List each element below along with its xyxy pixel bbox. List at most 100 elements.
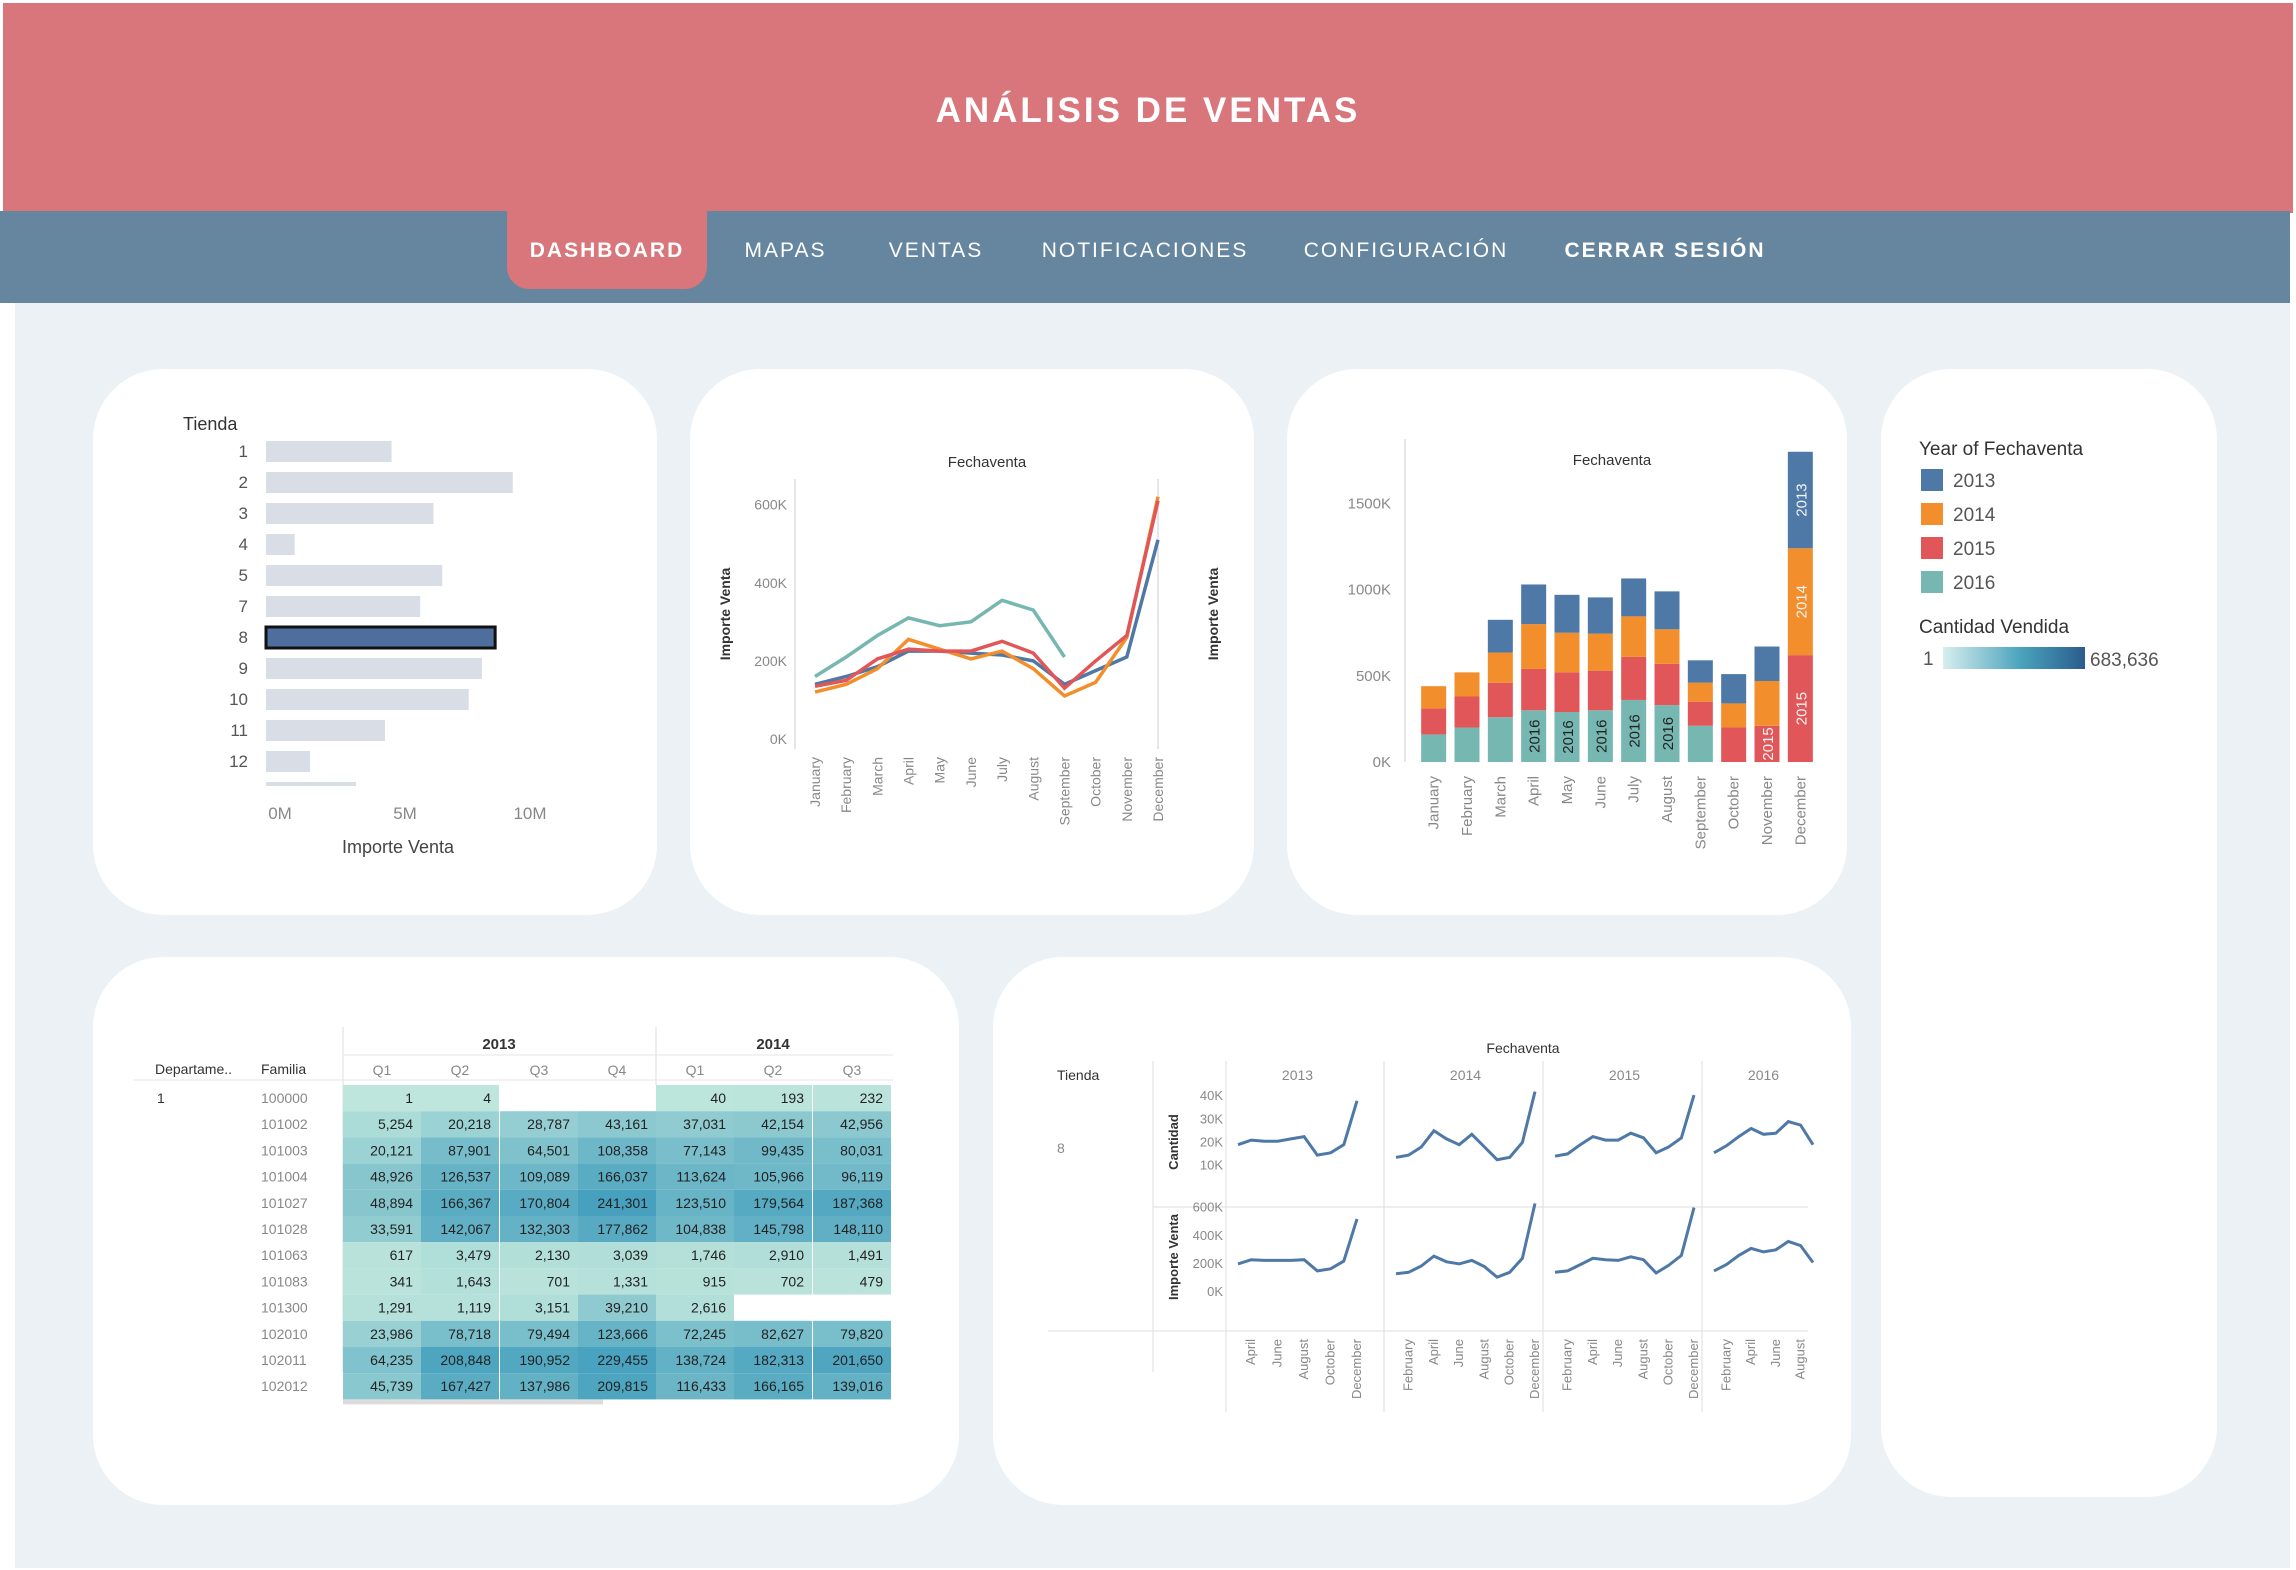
table-cell[interactable]: [813, 1294, 891, 1321]
nav-mapas[interactable]: MAPAS: [728, 211, 843, 291]
nav-ventas[interactable]: VENTAS: [872, 211, 1000, 291]
stacked-bar-segment-2015[interactable]: [1721, 727, 1747, 762]
tienda-bar[interactable]: [266, 441, 392, 462]
table-cell-value: 187,368: [832, 1195, 883, 1211]
table-cell-value: 48,926: [370, 1169, 413, 1185]
table-cell-value: 209,815: [597, 1378, 648, 1394]
stacked-bar-segment-2014[interactable]: [1421, 686, 1447, 709]
table-cell-value: 79,494: [527, 1326, 570, 1342]
monthly-line-chart[interactable]: Fechaventa 0K 200K 400K 600K Importe Venta Imp…: [690, 369, 1254, 915]
table-cell[interactable]: [500, 1085, 578, 1112]
qty-legend-title: Cantidad Vendida: [1919, 617, 2069, 638]
x-tick-label: May: [932, 757, 948, 783]
table-quarter-header: Q2: [764, 1062, 783, 1078]
table-cell[interactable]: [734, 1294, 812, 1321]
tienda-bar[interactable]: [266, 472, 513, 493]
chart-title: Fechaventa: [1486, 1040, 1559, 1056]
legend-swatch-2013[interactable]: [1921, 469, 1943, 491]
nav-dashboard[interactable]: DASHBOARD: [507, 211, 707, 289]
tienda-bar[interactable]: [266, 565, 443, 586]
x-tick-label: September: [1056, 757, 1072, 826]
tienda-bar[interactable]: [266, 689, 469, 710]
small-multiple-line-cantidad[interactable]: [1237, 1100, 1359, 1157]
stacked-bar-segment-2014[interactable]: [1721, 703, 1747, 728]
stacked-bar-segment-2016[interactable]: [1687, 725, 1713, 762]
tienda-header: Tienda: [183, 414, 238, 434]
stacked-bar-segment-2014[interactable]: [1687, 682, 1713, 702]
series-line-2015[interactable]: [814, 500, 1160, 691]
table-cell-value: 193: [781, 1090, 805, 1106]
stacked-bar-segment-2014[interactable]: [1754, 680, 1780, 726]
tienda-tick-label: 2: [239, 473, 248, 492]
small-multiple-line-cantidad[interactable]: [1395, 1091, 1537, 1162]
table-cell-value: 3,039: [613, 1247, 648, 1263]
stacked-bar-segment-2015[interactable]: [1454, 696, 1480, 728]
stacked-bar-segment-2014[interactable]: [1487, 652, 1513, 683]
stacked-bar-segment-2016[interactable]: [1421, 734, 1447, 762]
stacked-bar-segment-2015[interactable]: [1554, 672, 1580, 713]
x-tick-label: April: [1585, 1339, 1600, 1365]
small-multiples-chart[interactable]: Fechaventa Tienda 8 Cantidad 10K 20K 30K 40K Imp…: [993, 957, 1851, 1505]
stacked-bar-segment-2014[interactable]: [1654, 629, 1680, 664]
small-multiple-line-importe[interactable]: [1713, 1239, 1815, 1273]
small-multiple-line-importe[interactable]: [1395, 1203, 1537, 1279]
table-cell-value: 1,746: [691, 1247, 726, 1263]
in-bar-label: 2013: [1793, 483, 1810, 516]
legend-swatch-2016[interactable]: [1921, 571, 1943, 593]
small-multiple-line-importe[interactable]: [1237, 1218, 1359, 1273]
stacked-bar-segment-2015[interactable]: [1521, 668, 1547, 711]
stacked-bar-segment-2015[interactable]: [1621, 656, 1647, 700]
stacked-bar-segment-2013[interactable]: [1687, 660, 1713, 683]
stacked-bar-segment-2015[interactable]: [1487, 682, 1513, 718]
x-tick-label: October: [1323, 1338, 1338, 1385]
small-multiple-line-cantidad[interactable]: [1713, 1119, 1815, 1155]
x-tick-label: August: [1025, 757, 1041, 801]
tienda-bar[interactable]: [266, 534, 295, 555]
small-multiple-line-cantidad[interactable]: [1554, 1094, 1696, 1158]
tienda-bar[interactable]: [266, 503, 434, 524]
stacked-bar-segment-2014[interactable]: [1621, 616, 1647, 657]
table-departamento: 1: [157, 1090, 165, 1106]
stacked-bar-segment-2014[interactable]: [1454, 672, 1480, 697]
tienda-bar-chart[interactable]: Tienda123457891011120M 5M 10MImporte Venta: [93, 369, 657, 915]
table-row-header: Departame..: [155, 1061, 232, 1077]
monthly-stacked-bar-chart[interactable]: Fechaventa 0K 500K 1000K 1500K January Februar…: [1287, 369, 1847, 915]
stacked-bar-segment-2014[interactable]: [1587, 633, 1613, 671]
stacked-bar-segment-2015[interactable]: [1421, 708, 1447, 735]
stacked-bar-segment-2016[interactable]: [1487, 717, 1513, 762]
tienda-bar[interactable]: [266, 720, 385, 741]
table-cell-value: 23,986: [370, 1326, 413, 1342]
nav-configuracion[interactable]: CONFIGURACIÓN: [1290, 211, 1522, 291]
stacked-bar-segment-2013[interactable]: [1621, 578, 1647, 617]
stacked-bar-segment-2013[interactable]: [1521, 584, 1547, 625]
nav-notificaciones[interactable]: NOTIFICACIONES: [1030, 211, 1260, 291]
stacked-bar-segment-2015[interactable]: [1687, 701, 1713, 726]
stacked-bar-segment-2016[interactable]: [1454, 727, 1480, 762]
y-tick-label: 40K: [1200, 1088, 1223, 1103]
stacked-bar-segment-2013[interactable]: [1754, 646, 1780, 681]
stacked-bar-segment-2013[interactable]: [1487, 619, 1513, 653]
nav-cerrar-sesion[interactable]: CERRAR SESIÓN: [1555, 211, 1775, 291]
small-multiple-line-importe[interactable]: [1554, 1207, 1696, 1275]
tienda-bar[interactable]: [266, 751, 311, 772]
stacked-bar-segment-2013[interactable]: [1654, 591, 1680, 630]
x-tick-label: June: [1768, 1339, 1783, 1367]
y-tick-label: 20K: [1200, 1134, 1223, 1149]
stacked-bar-segment-2015[interactable]: [1587, 670, 1613, 711]
tienda-bar[interactable]: [266, 596, 421, 617]
tienda-bar-selected[interactable]: [264, 625, 497, 650]
stacked-bar-segment-2013[interactable]: [1554, 594, 1580, 633]
stacked-bar-segment-2015[interactable]: [1654, 663, 1680, 706]
x-tick-label: September: [1692, 776, 1709, 849]
heat-table[interactable]: 2013 2014 Q1 Q2 Q3 Q4 Q1 Q2 Q3 Departame.. Familia…: [93, 957, 959, 1505]
stacked-bar-segment-2013[interactable]: [1587, 597, 1613, 634]
legend-swatch-2015[interactable]: [1921, 537, 1943, 559]
stacked-bar-segment-2014[interactable]: [1521, 624, 1547, 669]
legend-swatch-2014[interactable]: [1921, 503, 1943, 525]
x-tick-label: April: [1243, 1339, 1258, 1365]
stacked-bar-segment-2013[interactable]: [1721, 674, 1747, 704]
table-cell[interactable]: [578, 1085, 656, 1112]
y-axis-label: Importe Venta: [717, 568, 733, 661]
tienda-bar[interactable]: [266, 658, 482, 679]
stacked-bar-segment-2014[interactable]: [1554, 632, 1580, 673]
